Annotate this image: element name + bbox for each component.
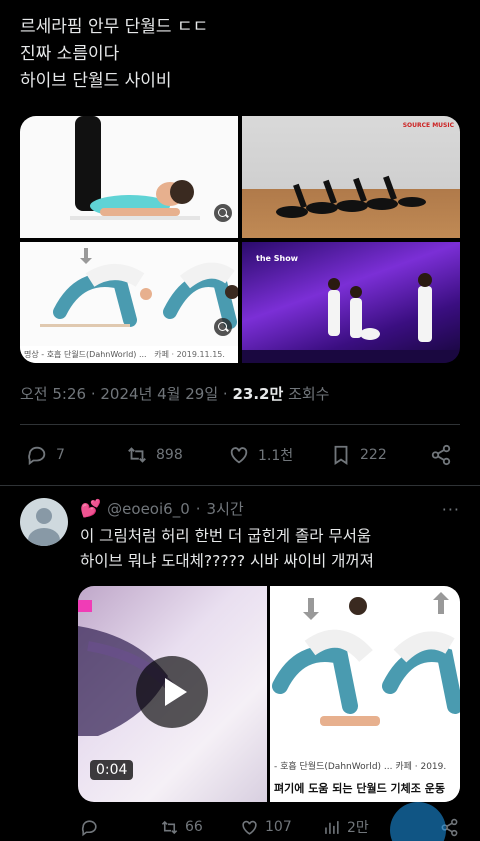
views-icon (325, 820, 339, 834)
video-duration: 0:04 (90, 760, 134, 780)
heart-emoji-icon: 💕 (80, 498, 102, 519)
compose-fab-icon[interactable] (390, 802, 446, 841)
retweet-count: 898 (156, 447, 183, 463)
retweet-icon (161, 820, 178, 834)
post-date: 2024년 4월 29일 (100, 385, 219, 403)
reply-button[interactable]: 7 (26, 440, 65, 470)
bookmark-button[interactable]: 222 (330, 440, 387, 470)
reply-retweet-count: 66 (185, 819, 203, 835)
reply-like-count: 107 (265, 819, 292, 835)
reply-handle[interactable]: @eoeoi6_0 (107, 500, 190, 518)
reply-text: 이 그림처럼 허리 한번 더 굽힌게 졸라 무서움 하이브 뭐냐 도대체????… (80, 524, 374, 574)
share-icon (431, 444, 451, 466)
reply-line-2: 하이브 뭐냐 도대체????? 시바 싸이비 개꺼져 (80, 552, 374, 570)
view-label: 조회수 (288, 385, 330, 403)
reply-icon (81, 819, 97, 836)
reply-reply-button[interactable] (80, 814, 105, 840)
more-icon[interactable]: ··· (442, 500, 460, 519)
post-text: 르세라핌 안무 단월드 ㄷㄷ 진짜 소름이다 하이브 단월드 사이비 (20, 14, 208, 95)
media-image-3[interactable]: 명상 - 호흡 단월드(DahnWorld) ... 카페 · 2019.11.… (20, 242, 238, 363)
like-icon (230, 447, 248, 464)
retweet-icon (128, 447, 146, 463)
post-line-2: 진짜 소름이다 (20, 44, 120, 64)
pink-tag (78, 600, 92, 612)
reply-like-button[interactable]: 107 (240, 814, 292, 840)
media-image-2[interactable]: SOURCE MUSIC (242, 116, 460, 238)
yoga-figure-illustration (70, 116, 200, 220)
reply-line-1: 이 그림처럼 허리 한번 더 굽힌게 졸라 무서움 (80, 527, 372, 545)
dancers-silhouette (276, 175, 426, 218)
like-button[interactable]: 1.1천 (228, 440, 293, 470)
avatar[interactable] (20, 498, 68, 546)
reply-views-button[interactable]: 2만 (322, 814, 369, 840)
reply-retweet-button[interactable]: 66 (160, 814, 203, 840)
post-media-grid: SOURCE MUSIC 명상 - 호흡 단월드(DahnWorld) ... … (20, 116, 460, 363)
post-line-3: 하이브 단월드 사이비 (20, 71, 172, 91)
share-button[interactable] (430, 440, 452, 470)
cat-pose-illustration (272, 592, 460, 726)
reply-views-count: 2만 (347, 820, 369, 836)
reply-media-caption-large: 펴기에 도움 되는 단월드 기체조 운동 (270, 776, 460, 802)
play-icon[interactable] (136, 656, 208, 728)
bookmark-icon (334, 445, 348, 465)
reply-media-caption-small: - 호흡 단월드(DahnWorld) ... 카페 · 2019. (270, 758, 460, 776)
zoom-icon (214, 204, 232, 222)
post-meta: 오전 5:26 · 2024년 4월 29일 · 23.2만 조회수 (20, 385, 330, 403)
reply-count: 7 (56, 447, 65, 463)
like-icon (242, 820, 257, 835)
stage-performers (242, 273, 460, 363)
media-caption: 명상 - 호흡 단월드(DahnWorld) ... 카페 · 2019.11.… (20, 346, 238, 363)
reply-image[interactable]: - 호흡 단월드(DahnWorld) ... 카페 · 2019. 펴기에 도… (270, 586, 460, 802)
bookmark-count: 222 (360, 447, 387, 463)
caption-title: 명상 - 호흡 단월드(DahnWorld) ... (24, 350, 147, 359)
media-image-1[interactable] (20, 116, 238, 238)
media-image-4[interactable]: the Show (242, 242, 460, 363)
reply-tweet[interactable]: 💕 @eoeoi6_0 · 3시간 ··· 이 그림처럼 허리 한번 더 굽힌게… (0, 486, 480, 841)
like-count: 1.1천 (258, 448, 294, 464)
reply-header: 💕 @eoeoi6_0 · 3시간 (80, 498, 244, 519)
post-time: 오전 5:26 (20, 385, 87, 403)
post-actions: 7 898 1.1천 222 (0, 440, 480, 470)
zoom-icon (214, 318, 232, 336)
divider (20, 424, 460, 425)
cat-pose-illustration (40, 248, 238, 329)
reply-video[interactable]: 0:04 (78, 586, 267, 802)
reply-media: 0:04 - 호흡 단월드(DahnWorld) ... 카페 · 2019. … (78, 586, 460, 802)
reply-time: 3시간 (206, 500, 244, 518)
retweet-button[interactable]: 898 (126, 440, 183, 470)
view-count: 23.2만 (232, 385, 284, 403)
post-line-1: 르세라핌 안무 단월드 ㄷㄷ (20, 17, 209, 37)
reply-icon (28, 446, 46, 466)
caption-source: 카페 · 2019.11.15. (154, 350, 225, 359)
